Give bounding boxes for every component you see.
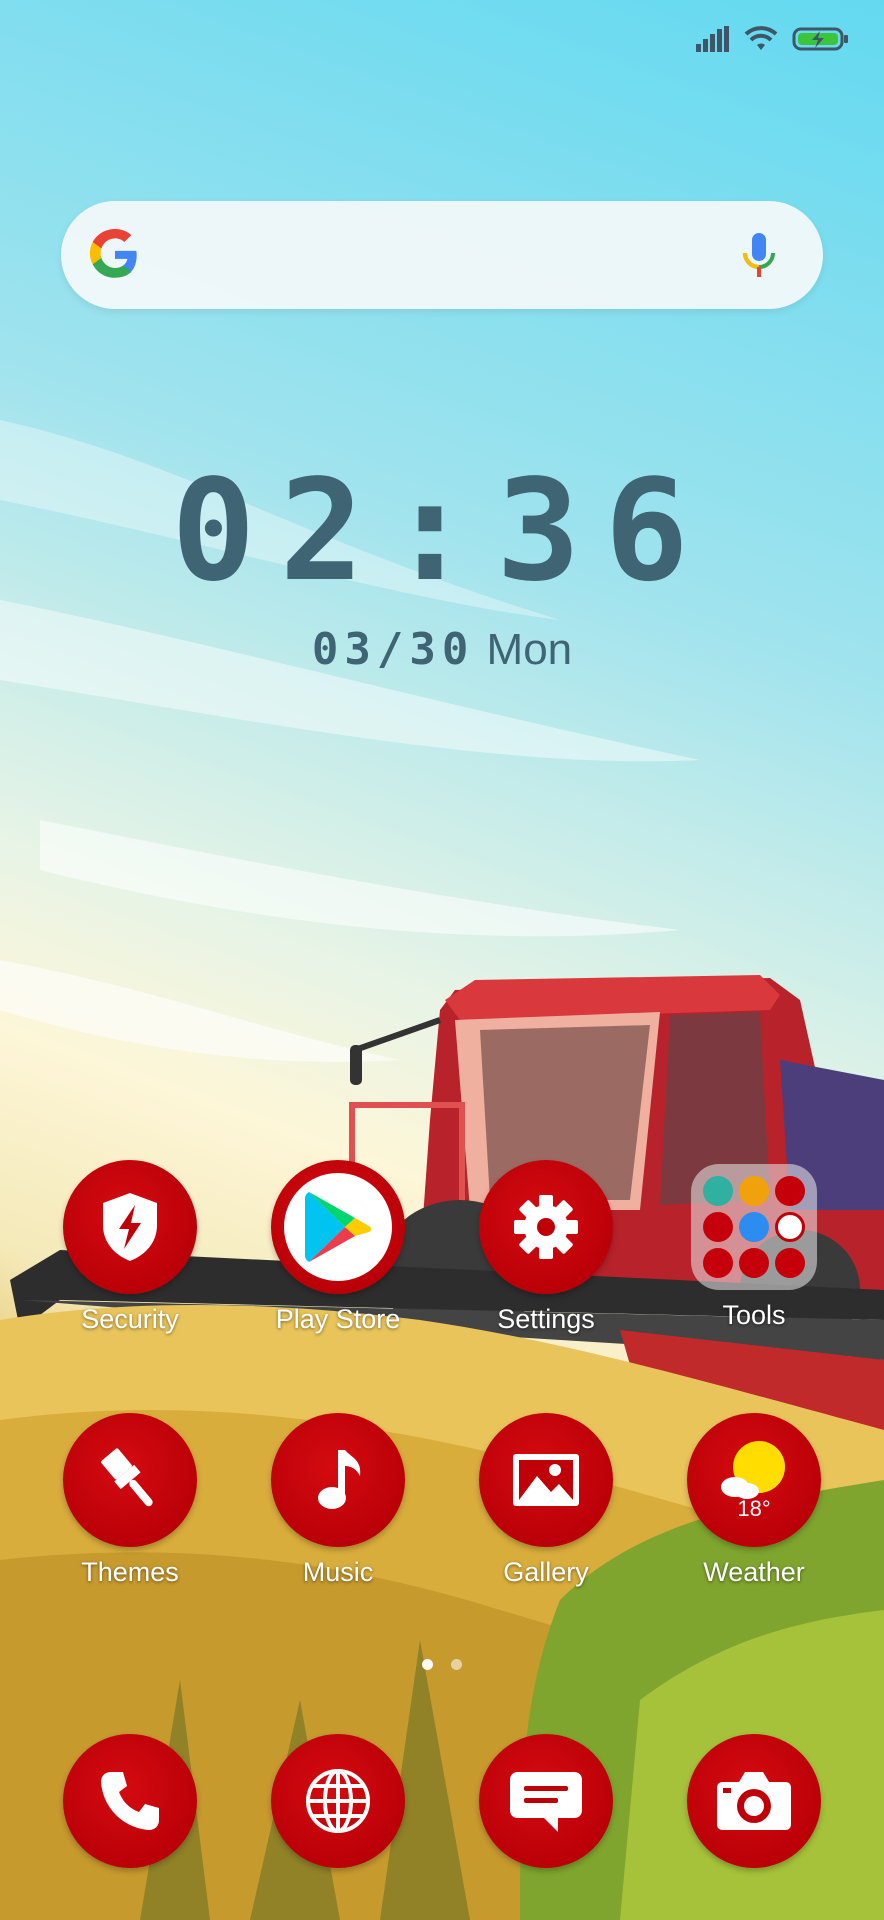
themes-app-icon[interactable]	[63, 1413, 197, 1547]
app-label-play-store: Play Store	[275, 1304, 401, 1334]
dock-browser[interactable]	[248, 1734, 428, 1868]
folder-icon[interactable]	[691, 1164, 817, 1290]
date-numeric: 03/30	[311, 624, 475, 675]
google-g-icon	[89, 229, 137, 278]
wifi-icon	[744, 26, 778, 50]
microphone-icon[interactable]	[741, 231, 777, 281]
app-security[interactable]: Security	[40, 1160, 220, 1336]
phone-icon	[101, 1772, 159, 1830]
dock-camera[interactable]	[664, 1734, 844, 1868]
clock-date[interactable]: 03/30 Mon	[0, 622, 884, 678]
gear-icon	[514, 1195, 578, 1259]
home-screen: 02:36 03/30 Mon Security Play Store Sett…	[0, 0, 884, 1920]
page-indicator[interactable]	[0, 1659, 884, 1670]
mini-app-icon	[703, 1212, 733, 1242]
app-label-settings: Settings	[497, 1304, 595, 1334]
dock-messages[interactable]	[456, 1734, 636, 1868]
music-note-icon	[318, 1450, 361, 1509]
settings-app-icon[interactable]	[479, 1160, 613, 1294]
mini-app-icon	[703, 1176, 733, 1206]
app-gallery[interactable]: Gallery	[456, 1413, 636, 1589]
app-settings[interactable]: Settings	[456, 1160, 636, 1336]
dock-phone[interactable]	[40, 1734, 220, 1868]
page-dot-1[interactable]	[422, 1659, 433, 1670]
browser-app-icon[interactable]	[271, 1734, 405, 1868]
date-weekday: Mon	[486, 625, 573, 674]
status-bar	[696, 26, 850, 52]
play-store-icon	[305, 1192, 372, 1262]
globe-icon	[306, 1769, 370, 1833]
app-label-weather: Weather	[703, 1557, 805, 1587]
weather-app-icon[interactable]: 18°	[687, 1413, 821, 1547]
app-label-tools: Tools	[722, 1300, 786, 1330]
weather-temperature: 18°	[737, 1496, 771, 1521]
app-themes[interactable]: Themes	[40, 1413, 220, 1589]
app-play-store[interactable]: Play Store	[248, 1160, 428, 1336]
security-app-icon[interactable]	[63, 1160, 197, 1294]
music-app-icon[interactable]	[271, 1413, 405, 1547]
mini-app-icon	[775, 1248, 805, 1278]
phone-app-icon[interactable]	[63, 1734, 197, 1868]
google-search-bar[interactable]	[61, 201, 823, 309]
mini-app-icon	[739, 1248, 769, 1278]
app-label-gallery: Gallery	[503, 1557, 589, 1587]
page-dot-2[interactable]	[451, 1659, 462, 1670]
app-folder-tools[interactable]: Tools	[664, 1160, 844, 1332]
mini-app-icon	[739, 1212, 769, 1242]
camera-icon	[717, 1772, 791, 1830]
messages-app-icon[interactable]	[479, 1734, 613, 1868]
message-icon	[510, 1772, 582, 1832]
app-label-music: Music	[302, 1557, 374, 1587]
signal-icon	[696, 26, 729, 52]
gallery-app-icon[interactable]	[479, 1413, 613, 1547]
app-label-security: Security	[81, 1304, 179, 1334]
shield-lightning-icon	[103, 1193, 157, 1261]
battery-charging-icon	[792, 27, 848, 51]
mini-app-icon	[775, 1212, 805, 1242]
mini-app-icon	[739, 1176, 769, 1206]
paintbrush-icon	[101, 1448, 153, 1507]
camera-app-icon[interactable]	[687, 1734, 821, 1868]
sun-cloud-icon	[721, 1441, 785, 1499]
mini-app-icon	[703, 1248, 733, 1278]
play-store-app-icon[interactable]	[271, 1160, 405, 1294]
image-icon	[513, 1454, 579, 1506]
app-weather[interactable]: 18° Weather	[664, 1413, 844, 1589]
clock-time[interactable]: 02:36	[0, 452, 884, 612]
mini-app-icon	[775, 1176, 805, 1206]
app-music[interactable]: Music	[248, 1413, 428, 1589]
app-label-themes: Themes	[81, 1557, 179, 1587]
